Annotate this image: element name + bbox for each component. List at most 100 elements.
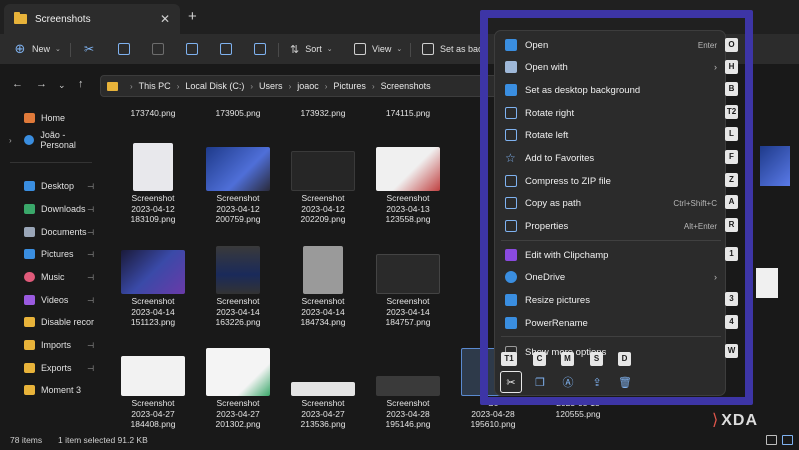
file-item[interactable]: Screenshot 2023-04-14 163226.png bbox=[193, 246, 283, 328]
file-item[interactable]: Screenshot 2023-04-12 183109.png bbox=[108, 143, 198, 225]
share-icon[interactable]: ⇪ bbox=[586, 371, 608, 393]
menu-item-compress-to-zip[interactable]: Compress to ZIP file bbox=[495, 171, 727, 191]
sidebar-item-disable-recor[interactable]: Disable recor bbox=[0, 312, 100, 332]
menu-item-open-with[interactable]: Open with › bbox=[495, 57, 727, 77]
sidebar-item-desktop[interactable]: Desktop ⊣ bbox=[0, 176, 100, 196]
file-item[interactable]: Screenshot 2023-04-27 201302.png bbox=[193, 348, 283, 430]
file-name[interactable]: 173932.png bbox=[278, 108, 368, 118]
copy-icon bbox=[118, 43, 130, 55]
file-item[interactable]: Screenshot 2023-04-28 195146.png bbox=[363, 348, 453, 430]
breadcrumb-this-pc[interactable]: This PC bbox=[139, 81, 171, 91]
view-button[interactable]: View ⌄ bbox=[354, 40, 402, 58]
cut-button[interactable]: ✂ bbox=[84, 40, 94, 58]
share-icon bbox=[220, 43, 232, 55]
menu-item-set-as-desktop-background[interactable]: Set as desktop background bbox=[495, 80, 727, 100]
view-label: View bbox=[372, 44, 392, 54]
menu-item-powerrename[interactable]: PowerRename bbox=[495, 313, 727, 333]
folder-icon bbox=[107, 81, 118, 91]
sidebar-item-music[interactable]: Music ⊣ bbox=[0, 267, 100, 287]
sidebar-item-onedrive[interactable]: › João - Personal bbox=[0, 130, 100, 150]
menu-item-label: Compress to ZIP file bbox=[525, 175, 611, 187]
breadcrumb-pictures[interactable]: Pictures bbox=[333, 81, 366, 91]
menu-item-copy-as-path[interactable]: Copy as path Ctrl+Shift+C bbox=[495, 193, 727, 213]
file-item[interactable]: Screenshot 2023-04-27 184408.png bbox=[108, 348, 198, 430]
divider bbox=[70, 43, 71, 57]
file-item[interactable]: Screenshot 2023-04-27 213536.png bbox=[278, 348, 368, 430]
file-item[interactable]: Screenshot 2023-04-13 123558.png bbox=[363, 143, 453, 225]
breadcrumb-users[interactable]: Users bbox=[259, 81, 283, 91]
rename-button[interactable] bbox=[186, 40, 204, 58]
music-icon bbox=[24, 272, 35, 282]
new-button[interactable]: ⊕ New ⌄ bbox=[14, 40, 61, 58]
back-icon[interactable]: ← bbox=[12, 78, 23, 90]
thumbnail bbox=[756, 268, 778, 298]
menu-item-onedrive[interactable]: OneDrive › bbox=[495, 267, 727, 287]
file-item[interactable]: Screenshot 2023-04-12 200759.png bbox=[193, 143, 283, 225]
menu-item-resize-pictures[interactable]: Resize pictures bbox=[495, 290, 727, 310]
rename-icon[interactable]: Ⓐ bbox=[557, 371, 579, 393]
delete-icon[interactable]: 🗑 bbox=[614, 371, 636, 393]
delete-button[interactable] bbox=[254, 40, 272, 58]
chevron-right-icon[interactable]: › bbox=[9, 136, 12, 145]
sidebar-item-imports[interactable]: Imports ⊣ bbox=[0, 335, 100, 355]
file-item[interactable]: Screenshot 2023-04-14 184757.png bbox=[363, 246, 453, 328]
file-name: Screenshot bbox=[386, 193, 430, 203]
tiles-view-icon[interactable] bbox=[782, 435, 793, 445]
thumbnail bbox=[376, 376, 440, 396]
chevron-right-icon: › bbox=[250, 81, 254, 91]
up-icon[interactable]: ↑ bbox=[78, 78, 84, 90]
tab-screenshots[interactable]: Screenshots ✕ bbox=[4, 4, 180, 34]
chevron-right-icon: › bbox=[371, 81, 375, 91]
sidebar-item-documents[interactable]: Documents ⊣ bbox=[0, 222, 100, 242]
pin-icon: ⊣ bbox=[87, 340, 94, 350]
sort-button[interactable]: ⇅ Sort ⌄ bbox=[290, 40, 333, 58]
forward-icon[interactable]: → bbox=[36, 78, 47, 90]
sidebar-item-label: Music bbox=[41, 272, 65, 282]
recent-chevron-icon[interactable]: ⌄ bbox=[58, 80, 66, 91]
copy-button[interactable] bbox=[118, 40, 136, 58]
pin-icon: ⊣ bbox=[87, 249, 94, 259]
sidebar-item-label: Disable recor bbox=[41, 317, 95, 327]
thumbnail bbox=[121, 250, 185, 294]
sidebar-item-moment-3[interactable]: Moment 3 bbox=[0, 380, 100, 400]
menu-item-edit-with-clipchamp[interactable]: Edit with Clipchamp bbox=[495, 245, 727, 265]
file-item[interactable]: Screenshot 2023-04-14 151123.png bbox=[108, 246, 198, 328]
menu-item-label: Add to Favorites bbox=[525, 152, 595, 164]
breadcrumb-screenshots[interactable]: Screenshots bbox=[381, 81, 431, 91]
sidebar-item-downloads[interactable]: Downloads ⊣ bbox=[0, 199, 100, 219]
sidebar-item-pictures[interactable]: Pictures ⊣ bbox=[0, 244, 100, 264]
menu-item-rotate-right[interactable]: Rotate right bbox=[495, 103, 727, 123]
file-name[interactable]: 173905.png bbox=[193, 108, 283, 118]
sidebar-item-exports[interactable]: Exports ⊣ bbox=[0, 358, 100, 378]
file-item[interactable]: Screenshot 2023-04-12 202209.png bbox=[278, 143, 368, 225]
sidebar-item-label: Downloads bbox=[41, 204, 86, 214]
menu-item-add-to-favorites[interactable]: ☆ Add to Favorites bbox=[495, 148, 727, 168]
sidebar-item-videos[interactable]: Videos ⊣ bbox=[0, 290, 100, 310]
breadcrumb-joaoc[interactable]: joaoc bbox=[297, 81, 319, 91]
menu-item-rotate-left[interactable]: Rotate left bbox=[495, 125, 727, 145]
address-bar[interactable]: › This PC › Local Disk (C:) › Users › jo… bbox=[100, 75, 500, 97]
paste-button[interactable] bbox=[152, 40, 170, 58]
new-label: New bbox=[32, 44, 51, 54]
menu-item-show-more-options[interactable]: Show more options bbox=[495, 342, 727, 362]
cut-icon[interactable]: ✂ bbox=[500, 371, 522, 393]
close-tab-icon[interactable]: ✕ bbox=[160, 12, 170, 26]
sidebar-item-home[interactable]: Home bbox=[0, 108, 100, 128]
new-tab-button[interactable]: + bbox=[188, 8, 197, 25]
copy-icon[interactable]: ❐ bbox=[529, 371, 551, 393]
menu-item-open[interactable]: Open Enter bbox=[495, 35, 727, 55]
breadcrumb-local-disk[interactable]: Local Disk (C:) bbox=[185, 81, 244, 91]
menu-item-label: Set as desktop background bbox=[525, 84, 641, 96]
menu-item-properties[interactable]: Properties Alt+Enter bbox=[495, 216, 727, 236]
access-key: B bbox=[725, 82, 738, 96]
file-name: 2023-04-12 bbox=[131, 203, 175, 214]
menu-item-label: PowerRename bbox=[525, 317, 588, 329]
file-name[interactable]: 174115.png bbox=[363, 108, 453, 118]
file-name[interactable]: 173740.png bbox=[108, 108, 198, 118]
file-name: 2023-04-14 bbox=[386, 306, 430, 317]
share-button[interactable] bbox=[220, 40, 238, 58]
details-view-icon[interactable] bbox=[766, 435, 777, 445]
set-as-background-button[interactable]: Set as bac bbox=[422, 40, 483, 58]
file-item[interactable]: Screenshot 2023-04-14 184734.png bbox=[278, 246, 368, 328]
access-key: F bbox=[725, 150, 738, 164]
